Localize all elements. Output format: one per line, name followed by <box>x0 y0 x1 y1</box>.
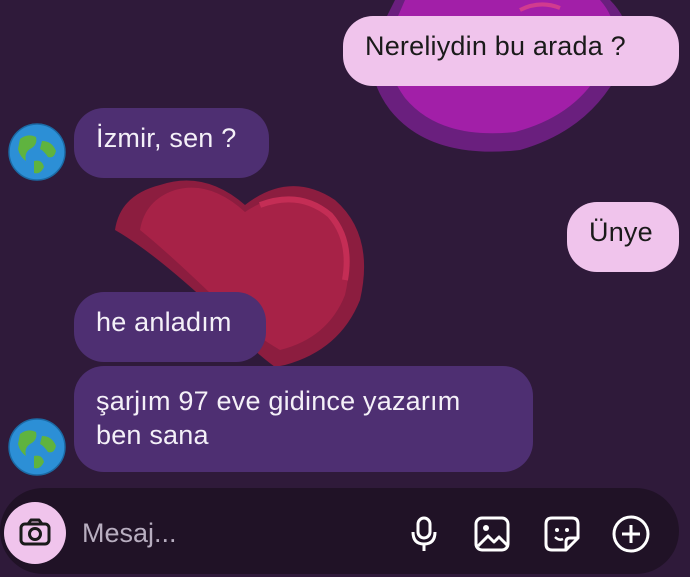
earth-globe-icon <box>8 123 66 181</box>
message-bubble-incoming[interactable]: İzmir, sen ? <box>74 108 269 178</box>
gallery-button[interactable] <box>472 514 512 554</box>
camera-icon <box>19 518 51 546</box>
message-bubble-outgoing[interactable]: Ünye <box>567 202 679 272</box>
message-bubble-incoming[interactable]: he anladım <box>74 292 266 362</box>
earth-globe-icon <box>8 418 66 476</box>
message-input[interactable] <box>80 512 384 554</box>
sticker-button[interactable] <box>542 514 582 554</box>
plus-icon <box>612 515 650 553</box>
message-composer <box>0 488 679 574</box>
message-bubble-outgoing[interactable]: Nereliydin bu arada ? <box>343 16 679 86</box>
camera-button[interactable] <box>4 502 66 564</box>
avatar[interactable] <box>8 123 66 181</box>
message-bubble-incoming[interactable]: şarjım 97 eve gidince yazarım ben sana <box>74 366 533 472</box>
sticker-icon <box>544 516 580 552</box>
microphone-icon <box>411 516 437 551</box>
microphone-button[interactable] <box>404 514 444 554</box>
message-thread: Nereliydin bu arada ? İzmir, sen ? Ünye … <box>0 0 690 490</box>
add-button[interactable] <box>611 514 651 554</box>
gallery-icon <box>474 516 510 552</box>
avatar[interactable] <box>8 418 66 476</box>
